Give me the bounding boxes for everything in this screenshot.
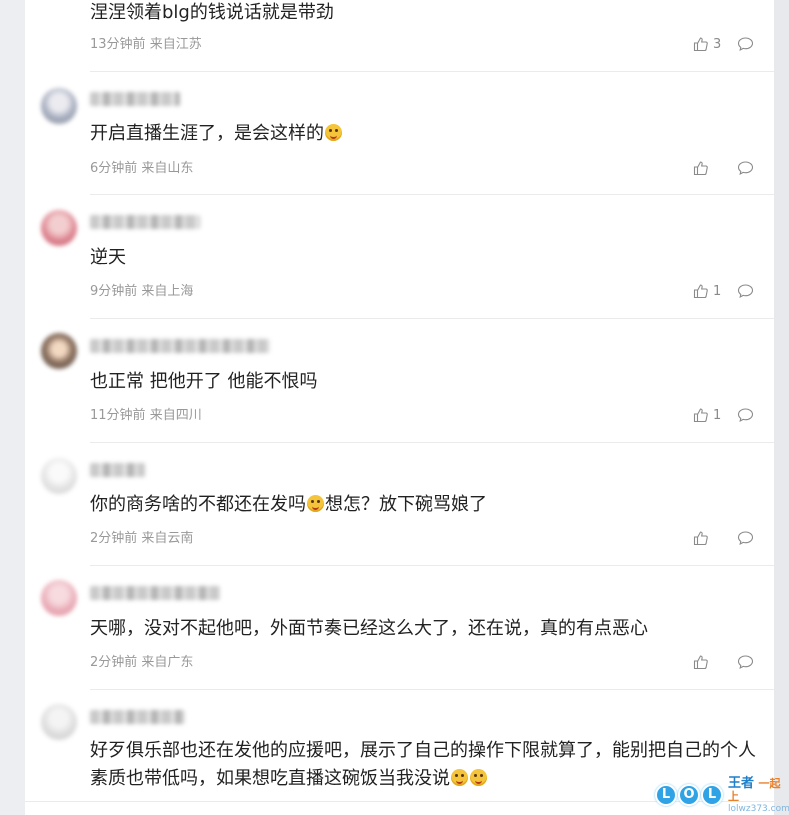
comment-content: 你的商务啥的不都还在发吗 想怎？放下碗骂娘了	[90, 491, 750, 519]
comment-location: 来自山东	[141, 161, 194, 176]
smile-face-emoji	[325, 124, 342, 141]
comment-meta: 9分钟前 来自上海	[90, 284, 193, 300]
comment-time: 11分钟前	[90, 408, 146, 423]
logo-letter: O	[678, 784, 700, 806]
like-button[interactable]	[693, 530, 713, 546]
like-button[interactable]	[693, 654, 713, 670]
comment-bubble-icon[interactable]	[737, 283, 754, 299]
comment-time: 9分钟前	[90, 284, 138, 299]
comment-location: 来自四川	[149, 408, 202, 423]
comment-location: 来自云南	[141, 531, 194, 546]
smile-face-emoji	[307, 495, 324, 512]
scrollbar-track[interactable]	[774, 0, 789, 815]
comment-content: 开启直播生涯了，是会这样的	[90, 120, 750, 148]
comment-list: 涅涅领着blg的钱说话就是带劲 13分钟前 来自江苏 3 开启直播生涯了，是会这…	[25, 0, 774, 815]
comment-bubble-icon[interactable]	[737, 160, 754, 176]
smile-face-emoji	[451, 769, 468, 786]
comment-meta: 6分钟前 来自山东	[90, 161, 193, 177]
comment-text: 你的商务啥的不都还在发吗	[90, 494, 306, 515]
watermark-text: 王者 一起上 lolwz373.com	[728, 777, 789, 814]
comment-item: 天哪，没对不起他吧，外面节奏已经这么大了，还在说，真的有点恶心 2分钟前 来自广…	[25, 566, 774, 690]
logo-letter: L	[701, 784, 723, 806]
lol-logo: L O L	[655, 784, 724, 806]
thumbs-up-icon	[693, 284, 708, 299]
username-blurred[interactable]	[90, 339, 270, 353]
comment-location: 来自江苏	[149, 37, 202, 52]
comment-time: 2分钟前	[90, 531, 138, 546]
comment-bubble-icon[interactable]	[737, 36, 754, 52]
like-count: 3	[713, 36, 722, 52]
comment-content: 涅涅领着blg的钱说话就是带劲	[90, 2, 334, 23]
watermark-url: lolwz373.com	[728, 803, 789, 814]
comment-location: 来自上海	[141, 284, 194, 299]
page-margin-left	[0, 0, 25, 815]
username-blurred[interactable]	[90, 710, 185, 724]
smile-face-emoji	[470, 769, 487, 786]
like-button[interactable]: 1	[693, 407, 721, 423]
thumbs-up-icon	[693, 161, 708, 176]
avatar[interactable]	[41, 210, 77, 246]
comment-time: 13分钟前	[90, 37, 146, 52]
comment-text: 开启直播生涯了，是会这样的	[90, 123, 324, 144]
like-button[interactable]	[693, 160, 713, 176]
thumbs-up-icon	[693, 531, 708, 546]
comment-bubble-icon[interactable]	[737, 654, 754, 670]
comment-meta: 13分钟前 来自江苏	[90, 37, 202, 53]
username-blurred[interactable]	[90, 215, 200, 229]
thumbs-up-icon	[693, 655, 708, 670]
comment-text: 想怎？放下碗骂娘了	[325, 494, 487, 515]
username-blurred[interactable]	[90, 463, 145, 477]
comment-location: 来自广东	[141, 655, 194, 670]
comment-content: 也正常 把他开了 他能不恨吗	[90, 371, 318, 392]
comment-time: 2分钟前	[90, 655, 138, 670]
avatar[interactable]	[41, 458, 77, 494]
like-count: 1	[713, 283, 722, 299]
like-button[interactable]: 3	[693, 36, 721, 52]
watermark-title-main: 王者	[728, 775, 755, 791]
like-button[interactable]: 1	[693, 283, 721, 299]
avatar[interactable]	[41, 704, 77, 740]
thumbs-up-icon	[693, 408, 708, 423]
comment-bubble-icon[interactable]	[737, 530, 754, 546]
comment-item: 你的商务啥的不都还在发吗 想怎？放下碗骂娘了 2分钟前 来自云南	[25, 443, 774, 566]
username-blurred[interactable]	[90, 586, 220, 600]
like-count: 1	[713, 407, 722, 423]
thumbs-up-icon	[693, 37, 708, 52]
avatar[interactable]	[41, 333, 77, 369]
username-blurred[interactable]	[90, 92, 180, 106]
avatar[interactable]	[41, 88, 77, 124]
comment-item: 开启直播生涯了，是会这样的 6分钟前 来自山东	[25, 72, 774, 195]
comment-item: 逆天 9分钟前 来自上海 1	[25, 195, 774, 319]
avatar[interactable]	[41, 580, 77, 616]
comment-meta: 2分钟前 来自广东	[90, 655, 193, 671]
comment-meta: 11分钟前 来自四川	[90, 408, 202, 424]
comment-time: 6分钟前	[90, 161, 138, 176]
watermark-title: 王者 一起上	[728, 777, 789, 803]
comment-item: 也正常 把他开了 他能不恨吗 11分钟前 来自四川 1	[25, 319, 774, 443]
comment-item: 涅涅领着blg的钱说话就是带劲 13分钟前 来自江苏 3	[25, 0, 774, 72]
site-watermark: L O L 王者 一起上 lolwz373.com	[655, 775, 789, 815]
comment-bubble-icon[interactable]	[737, 407, 754, 423]
logo-letter: L	[655, 784, 677, 806]
comment-content: 逆天	[90, 247, 126, 268]
comment-content: 天哪，没对不起他吧，外面节奏已经这么大了，还在说，真的有点恶心	[90, 618, 648, 639]
comment-meta: 2分钟前 来自云南	[90, 531, 193, 547]
